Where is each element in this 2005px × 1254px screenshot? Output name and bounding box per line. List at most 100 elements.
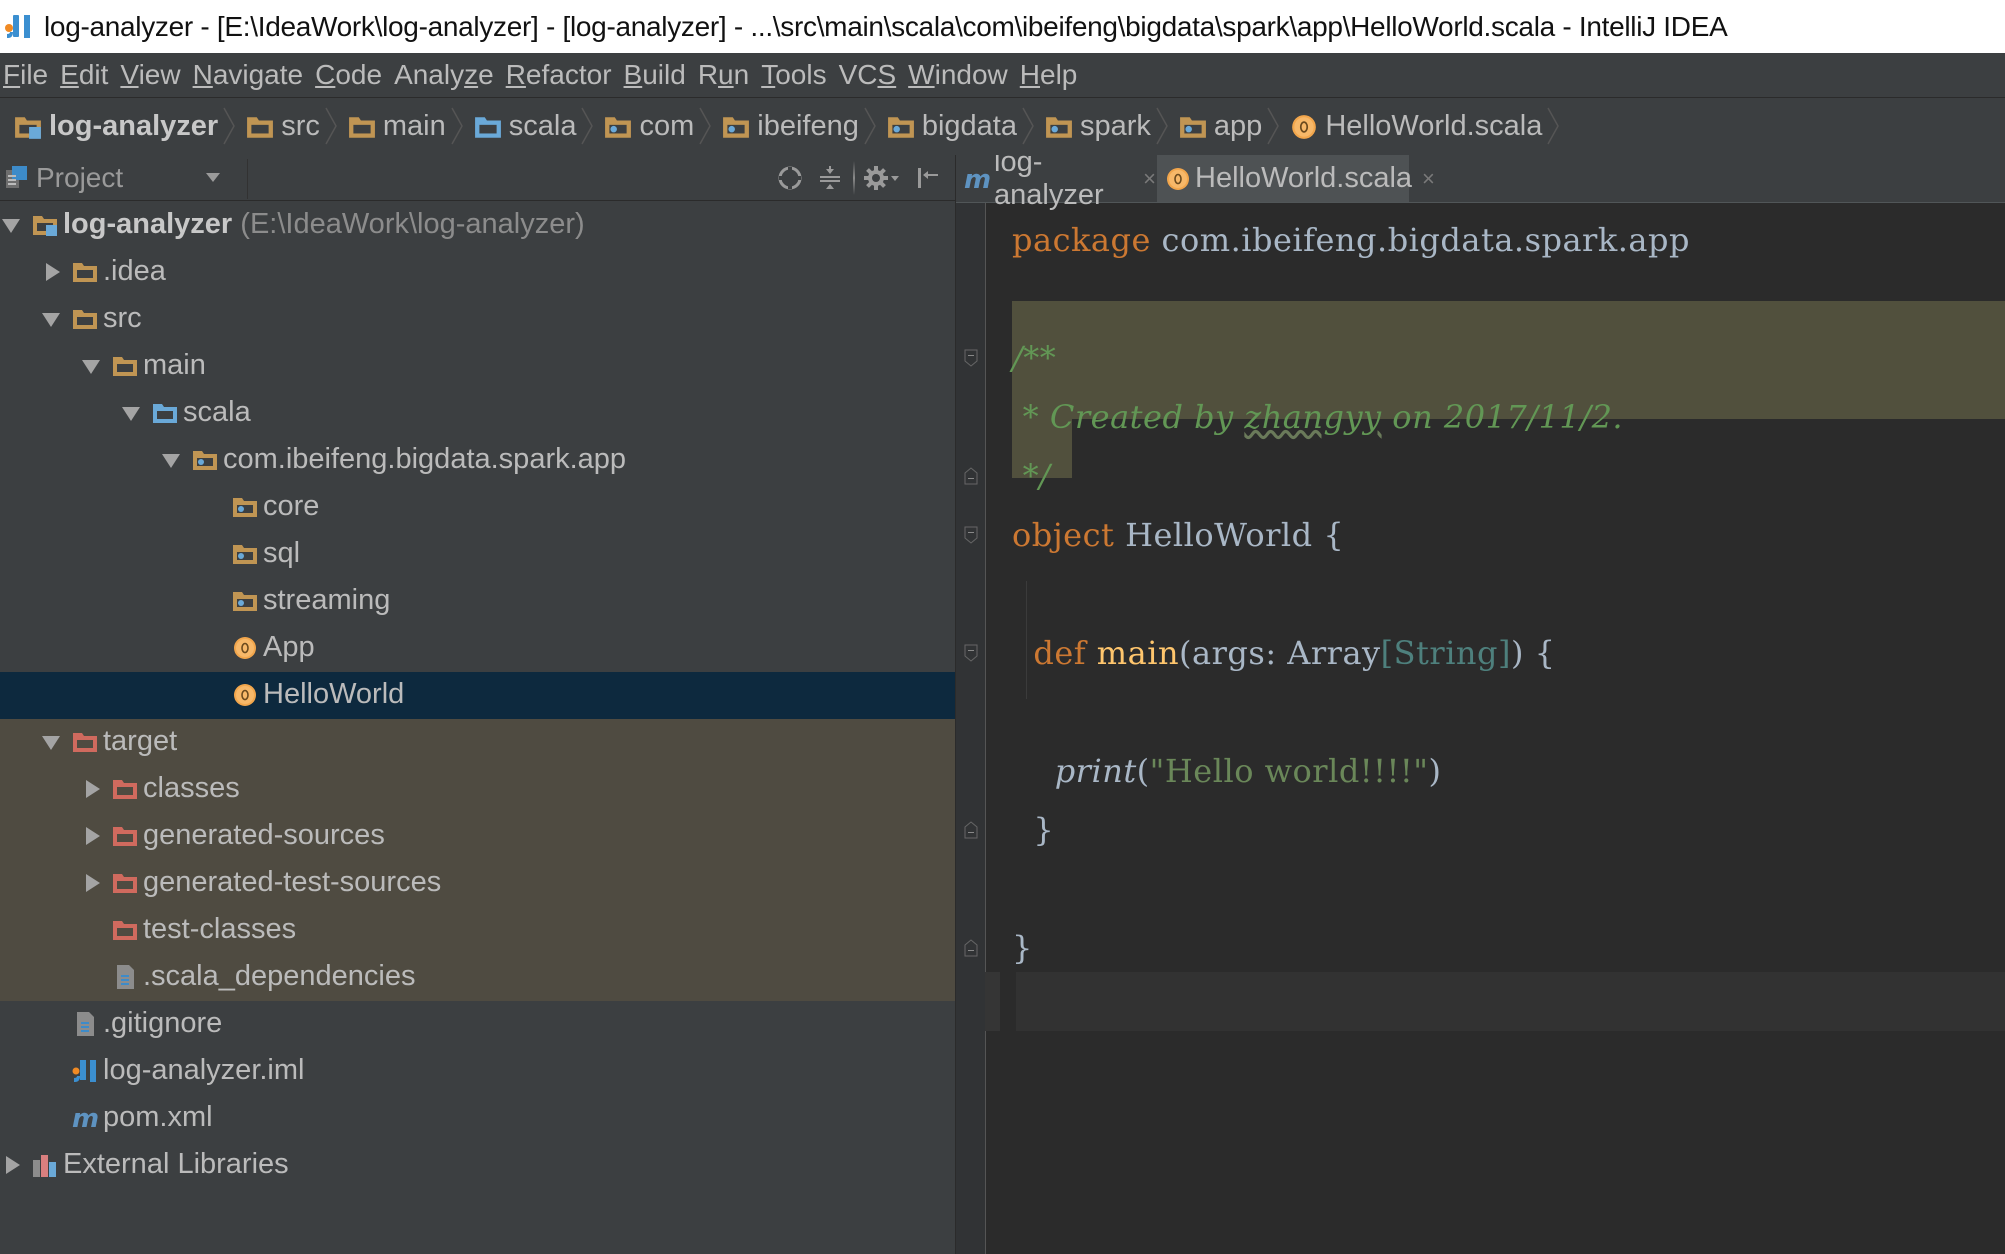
expand-arrow-right-icon[interactable]: [86, 874, 100, 892]
excluded-folder-icon: [112, 917, 138, 943]
tree-item-core[interactable]: core: [0, 484, 955, 531]
fold-end-icon[interactable]: [964, 467, 978, 485]
close-tab-icon[interactable]: ×: [1143, 166, 1156, 192]
breadcrumb-item-src[interactable]: src: [232, 98, 337, 155]
expand-arrow-down-icon[interactable]: [82, 360, 100, 374]
breadcrumb-label: src: [281, 110, 320, 142]
code-token: package: [1012, 221, 1151, 259]
menu-label-part: R: [697, 59, 719, 90]
tree-item-classes[interactable]: classes: [0, 766, 955, 813]
breadcrumb-item-app[interactable]: app: [1165, 98, 1280, 155]
menu-code[interactable]: Code: [315, 59, 382, 91]
tree-item-target[interactable]: target: [0, 719, 955, 766]
scala-object-icon: [1165, 166, 1191, 192]
menu-file[interactable]: File: [3, 59, 48, 91]
menu-mnemonic: E: [60, 59, 79, 90]
tree-item-log-analyzer-iml[interactable]: log-analyzer.iml: [0, 1048, 955, 1095]
hide-panel-icon[interactable]: [911, 161, 945, 195]
breadcrumb-item-log-analyzer[interactable]: log-analyzer: [0, 98, 236, 155]
project-panel-toolbar: [773, 161, 945, 195]
editor-tab-log-analyzer[interactable]: m log-analyzer ×: [956, 155, 1156, 211]
menu-window[interactable]: Window: [908, 59, 1008, 91]
scroll-from-source-icon[interactable]: [773, 161, 807, 195]
tree-item-scala[interactable]: scala: [0, 390, 955, 437]
chevron-down-icon[interactable]: [206, 173, 220, 182]
expand-arrow-right-icon[interactable]: [86, 780, 100, 798]
menu-build[interactable]: Build: [624, 59, 686, 91]
expand-arrow-right-icon[interactable]: [86, 827, 100, 845]
tree-item-sql[interactable]: sql: [0, 531, 955, 578]
project-view-selector[interactable]: Project: [36, 162, 123, 194]
fold-collapse-icon[interactable]: [964, 644, 978, 662]
menu-edit[interactable]: Edit: [60, 59, 108, 91]
folder-icon: [246, 113, 274, 141]
menu-vcs[interactable]: VCS: [839, 59, 897, 91]
breadcrumb-item-spark[interactable]: spark: [1031, 98, 1168, 155]
breadcrumb-item-bigdata[interactable]: bigdata: [873, 98, 1034, 155]
expand-arrow-down-icon[interactable]: [2, 219, 20, 233]
fold-collapse-icon[interactable]: [964, 349, 978, 367]
expand-arrow-down-icon[interactable]: [42, 736, 60, 750]
maven-icon: m: [964, 166, 990, 192]
tree-item-src[interactable]: src: [0, 296, 955, 343]
tree-item-label: pom.xml: [103, 1101, 213, 1133]
settings-gear-icon[interactable]: [861, 161, 905, 195]
expand-arrow-right-icon[interactable]: [6, 1156, 20, 1174]
tree-item-gitignore[interactable]: .gitignore: [0, 1001, 955, 1048]
tree-item-label: App: [263, 631, 315, 663]
tree-item-helloworld[interactable]: HelloWorld: [0, 672, 955, 719]
menu-refactor[interactable]: Refactor: [506, 59, 612, 91]
breadcrumb-label: scala: [508, 110, 577, 142]
menu-help[interactable]: Help: [1020, 59, 1078, 91]
editor-tab-helloworld-scala[interactable]: HelloWorld.scala ×: [1157, 155, 1435, 202]
package-icon: [1179, 113, 1207, 141]
fold-collapse-icon[interactable]: [964, 526, 978, 544]
tree-item-main[interactable]: main: [0, 343, 955, 390]
breadcrumb-item-ibeifeng[interactable]: ibeifeng: [708, 98, 876, 155]
collapse-all-icon[interactable]: [813, 161, 847, 195]
tree-item-app[interactable]: App: [0, 625, 955, 672]
scala-object-icon: [232, 682, 258, 708]
menu-mnemonic: B: [623, 59, 643, 90]
close-tab-icon[interactable]: ×: [1422, 166, 1435, 192]
excluded-folder-icon: [112, 776, 138, 802]
expand-arrow-down-icon[interactable]: [122, 407, 140, 421]
breadcrumb-item-helloworld-scala[interactable]: HelloWorld.scala: [1276, 98, 1560, 155]
package-icon: [1045, 113, 1073, 141]
expand-arrow-down-icon[interactable]: [42, 313, 60, 327]
caret-line-gutter: [985, 972, 1000, 1031]
code-line: }: [1012, 919, 1033, 978]
menu-navigate[interactable]: Navigate: [193, 59, 304, 91]
breadcrumb-item-scala[interactable]: scala: [460, 98, 594, 155]
tree-item-generated-test-sources[interactable]: generated-test-sources: [0, 860, 955, 907]
menu-bar: File Edit View Navigate Code Analyze Refactor B…: [0, 53, 2005, 98]
menu-analyze[interactable]: Analyze: [394, 59, 494, 91]
expand-arrow-right-icon[interactable]: [46, 263, 60, 281]
project-panel-header: Project: [0, 155, 955, 201]
maven-icon: m: [72, 1104, 99, 1134]
code-editor[interactable]: package com.ibeifeng.bigdata.spark.app /*…: [956, 203, 2005, 1254]
tree-item-log-analyzer[interactable]: log-analyzer (E:\IdeaWork\log-analyzer): [0, 202, 955, 249]
breadcrumb-label: log-analyzer: [49, 110, 219, 142]
fold-end-icon[interactable]: [964, 939, 978, 957]
tree-item-idea[interactable]: .idea: [0, 249, 955, 296]
tree-item-generated-sources[interactable]: generated-sources: [0, 813, 955, 860]
menu-tools[interactable]: Tools: [761, 59, 826, 91]
breadcrumb-item-com[interactable]: com: [590, 98, 712, 155]
expand-arrow-down-icon[interactable]: [162, 454, 180, 468]
breadcrumb-item-main[interactable]: main: [334, 98, 463, 155]
tree-item-scala-dependencies[interactable]: .scala_dependencies: [0, 954, 955, 1001]
breadcrumb-label: app: [1213, 110, 1263, 142]
fold-end-icon[interactable]: [964, 821, 978, 839]
menu-run[interactable]: Run: [698, 59, 749, 91]
window-title-bar: log-analyzer - [E:\IdeaWork\log-analyzer…: [0, 0, 2005, 53]
tree-item-pom-xml[interactable]: m pom.xml: [0, 1095, 955, 1142]
code-token: /**: [1012, 339, 1057, 377]
menu-label-part: VC: [838, 59, 878, 90]
menu-view[interactable]: View: [120, 59, 180, 91]
tree-item-com-ibeifeng-bigdata-spark-app[interactable]: com.ibeifeng.bigdata.spark.app: [0, 437, 955, 484]
tree-item-external-libraries[interactable]: External Libraries: [0, 1142, 955, 1189]
tree-item-test-classes[interactable]: test-classes: [0, 907, 955, 954]
tree-item-label: scala: [183, 396, 251, 428]
tree-item-streaming[interactable]: streaming: [0, 578, 955, 625]
